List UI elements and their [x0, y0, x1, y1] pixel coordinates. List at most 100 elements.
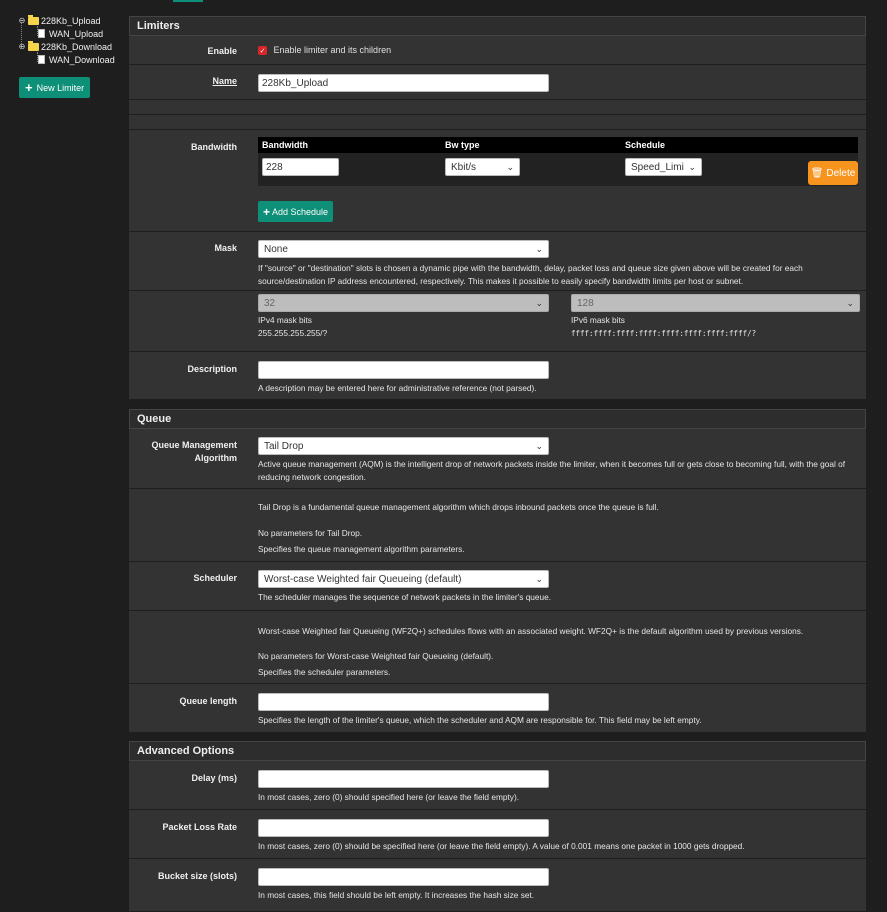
- bw-type-value: Kbit/s: [451, 161, 477, 173]
- mask-value: None: [264, 243, 288, 255]
- chevron-down-icon: ⌄: [846, 297, 854, 308]
- name-row: Name: [129, 65, 866, 100]
- file-icon: [38, 55, 45, 64]
- trash-icon: 🗑: [810, 167, 824, 179]
- taildrop-specifies: Specifies the queue management algorithm…: [258, 544, 465, 554]
- mask-select[interactable]: None ⌄: [258, 240, 549, 258]
- description-label: Description: [187, 364, 237, 374]
- mask-help: If "source" or "destination" slots is ch…: [258, 263, 803, 286]
- main-content: Limiters Enable ✓ Enable limiter and its…: [129, 0, 866, 912]
- schedule-value: Speed_Limi: [631, 161, 684, 173]
- delete-button[interactable]: 🗑 Delete: [808, 161, 858, 185]
- description-help: A description may be entered here for ad…: [258, 383, 537, 393]
- packet-loss-input[interactable]: [258, 819, 549, 837]
- bw-type-select[interactable]: Kbit/s ⌄: [445, 158, 520, 176]
- packet-loss-row: Packet Loss Rate In most cases, zero (0)…: [129, 810, 866, 859]
- bucket-size-input[interactable]: [258, 868, 549, 886]
- delay-input[interactable]: [258, 770, 549, 788]
- file-icon: [38, 29, 45, 38]
- queue-length-row: Queue length Specifies the length of the…: [129, 684, 866, 733]
- section-header-queue: Queue: [129, 409, 866, 429]
- top-strip: [129, 0, 866, 16]
- ipv6-mask-value: 128: [577, 297, 594, 309]
- chevron-down-icon: ⌄: [535, 440, 543, 451]
- add-schedule-button[interactable]: + Add Schedule: [258, 201, 334, 222]
- folder-icon: [28, 40, 39, 51]
- limiter-tree: ⊖ 228Kb_Upload WAN_Upload ⊖ 228Kb_Downlo…: [18, 14, 128, 66]
- packet-loss-label: Packet Loss Rate: [162, 822, 237, 832]
- qma-label: Queue Management Algorithm: [151, 440, 237, 463]
- chevron-down-icon: ⌄: [535, 573, 543, 584]
- tree-node-upload[interactable]: ⊖ 228Kb_Upload: [18, 14, 128, 27]
- chevron-down-icon: ⌄: [535, 243, 543, 254]
- section-header-advanced: Advanced Options: [129, 741, 866, 761]
- tree-node-label[interactable]: WAN_Download: [49, 55, 115, 65]
- col-bandwidth: Bandwidth: [262, 140, 308, 150]
- scheduler-row: Scheduler Worst-case Weighted fair Queue…: [129, 562, 866, 611]
- enable-row: Enable ✓ Enable limiter and its children: [129, 36, 866, 65]
- bandwidth-table: Bandwidth Bw type Schedule Kbit/s ⌄ Speed…: [258, 137, 858, 186]
- delay-help: In most cases, zero (0) should specified…: [258, 792, 520, 802]
- tree-node-label[interactable]: 228Kb_Upload: [41, 16, 101, 26]
- plus-icon: +: [25, 80, 33, 95]
- delay-row: Delay (ms) In most cases, zero (0) shoul…: [129, 761, 866, 810]
- chevron-down-icon: ⌄: [688, 161, 696, 172]
- collapse-icon[interactable]: ⊖: [18, 16, 26, 25]
- ipv4-mask-value: 32: [264, 297, 276, 309]
- mask-label: Mask: [214, 243, 237, 253]
- name-label: Name: [212, 76, 237, 86]
- schedule-select[interactable]: Speed_Limi ⌄: [625, 158, 702, 176]
- queue-length-input[interactable]: [258, 693, 549, 711]
- tree-node-label[interactable]: WAN_Upload: [49, 29, 103, 39]
- ipv4-mask-sub: 255.255.255.255/?: [258, 328, 328, 338]
- ipv4-mask-select[interactable]: 32 ⌄: [258, 294, 549, 312]
- ipv4-mask-label: IPv4 mask bits: [258, 315, 312, 325]
- qma-params-row: Tail Drop is a fundamental queue managem…: [129, 489, 866, 562]
- col-bw-type: Bw type: [445, 140, 480, 150]
- scheduler-value: Worst-case Weighted fair Queueing (defau…: [264, 573, 462, 585]
- tree-node-wan-download[interactable]: WAN_Download: [18, 53, 128, 66]
- bucket-size-label: Bucket size (slots): [157, 871, 237, 881]
- ipv6-mask-sub: ffff:ffff:ffff:ffff:ffff:ffff:ffff:ffff/…: [571, 329, 757, 338]
- tree-node-wan-upload[interactable]: WAN_Upload: [18, 27, 128, 40]
- taildrop-description: Tail Drop is a fundamental queue managem…: [258, 502, 659, 512]
- description-input[interactable]: [258, 361, 549, 379]
- qma-value: Tail Drop: [264, 440, 304, 452]
- taildrop-no-params: No parameters for Tail Drop.: [258, 528, 363, 538]
- qma-help: Active queue management (AQM) is the int…: [258, 459, 846, 482]
- active-tab-indicator: [173, 0, 203, 2]
- ipv6-mask-select[interactable]: 128 ⌄: [571, 294, 860, 312]
- section-header-limiters: Limiters: [129, 16, 866, 36]
- qma-select[interactable]: Tail Drop ⌄: [258, 437, 549, 455]
- add-schedule-label: Add Schedule: [272, 206, 329, 217]
- collapse-icon[interactable]: ⊖: [18, 42, 26, 51]
- name-input[interactable]: [258, 74, 549, 92]
- col-schedule: Schedule: [625, 140, 666, 150]
- enable-text: Enable limiter and its children: [273, 45, 392, 55]
- new-limiter-button[interactable]: + New Limiter: [19, 77, 91, 98]
- spacer-row: [129, 115, 866, 130]
- tree-node-download[interactable]: ⊖ 228Kb_Download: [18, 40, 128, 53]
- queue-length-label: Queue length: [179, 696, 237, 706]
- bandwidth-input[interactable]: [262, 158, 339, 176]
- bandwidth-table-header: Bandwidth Bw type Schedule: [258, 137, 858, 153]
- bucket-size-row: Bucket size (slots) In most cases, this …: [129, 859, 866, 912]
- spacer-row: [129, 100, 866, 115]
- tree-node-label[interactable]: 228Kb_Download: [41, 42, 112, 52]
- scheduler-params-row: Worst-case Weighted fair Queueing (WF2Q+…: [129, 611, 866, 684]
- chevron-down-icon: ⌄: [535, 297, 543, 308]
- scheduler-help: The scheduler manages the sequence of ne…: [258, 592, 552, 602]
- mask-row: Mask None ⌄ If "source" or "destination" …: [129, 232, 866, 291]
- ipv6-mask-label: IPv6 mask bits: [571, 315, 625, 325]
- folder-icon: [28, 14, 39, 25]
- enable-checkbox[interactable]: ✓: [258, 46, 267, 56]
- bucket-size-help: In most cases, this field should be left…: [258, 890, 535, 900]
- bandwidth-table-row: Kbit/s ⌄ Speed_Limi ⌄ 🗑Delete: [258, 153, 858, 186]
- chevron-down-icon: ⌄: [506, 161, 514, 172]
- tree-connector: [37, 52, 38, 62]
- scheduler-select[interactable]: Worst-case Weighted fair Queueing (defau…: [258, 570, 549, 588]
- bandwidth-label: Bandwidth: [191, 142, 237, 152]
- mask-bits-row: 32 ⌄ IPv4 mask bits 255.255.255.255/? 128…: [129, 291, 866, 352]
